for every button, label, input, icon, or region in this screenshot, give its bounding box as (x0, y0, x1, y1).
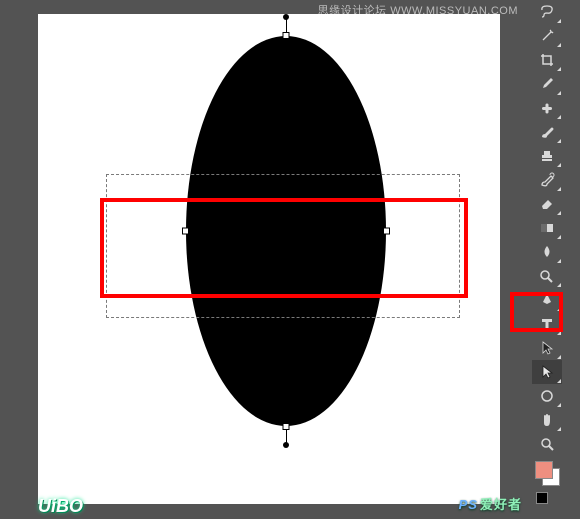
healing-brush-tool[interactable] (532, 96, 562, 120)
color-swatches[interactable] (532, 458, 562, 490)
direct-selection-tool[interactable] (532, 360, 562, 384)
brush-tool[interactable] (532, 120, 562, 144)
watermark-bottom-left: UiBO (38, 496, 83, 517)
default-colors-icon[interactable] (536, 492, 548, 504)
lasso-tool[interactable] (532, 0, 562, 24)
zoom-tool[interactable] (532, 432, 562, 456)
canvas[interactable] (38, 14, 500, 504)
watermark-br-text: 爱好者 (480, 497, 522, 512)
watermark-ps-icon: PS (459, 497, 478, 512)
gradient-tool[interactable] (532, 216, 562, 240)
eraser-tool[interactable] (532, 192, 562, 216)
rotate-guide-bottom (286, 430, 287, 444)
rectangle-selection[interactable] (106, 174, 460, 318)
dodge-tool[interactable] (532, 264, 562, 288)
pen-tool[interactable] (532, 288, 562, 312)
rotate-guide-top (286, 18, 287, 32)
watermark-bottom-right: PS爱好者 (459, 494, 522, 513)
magic-wand-tool[interactable] (532, 24, 562, 48)
shape-tool[interactable] (532, 384, 562, 408)
hand-tool[interactable] (532, 408, 562, 432)
path-selection-tool[interactable] (532, 336, 562, 360)
type-tool[interactable] (532, 312, 562, 336)
history-brush-tool[interactable] (532, 168, 562, 192)
tools-panel (532, 0, 562, 490)
foreground-color-swatch[interactable] (535, 461, 553, 479)
app-workspace: 思缘设计论坛 WWW.MISSYUAN.COM (0, 0, 580, 519)
blur-tool[interactable] (532, 240, 562, 264)
eyedropper-tool[interactable] (532, 72, 562, 96)
clone-stamp-tool[interactable] (532, 144, 562, 168)
rotate-handle-top[interactable] (283, 14, 289, 20)
rotate-handle-bottom[interactable] (283, 442, 289, 448)
crop-tool[interactable] (532, 48, 562, 72)
